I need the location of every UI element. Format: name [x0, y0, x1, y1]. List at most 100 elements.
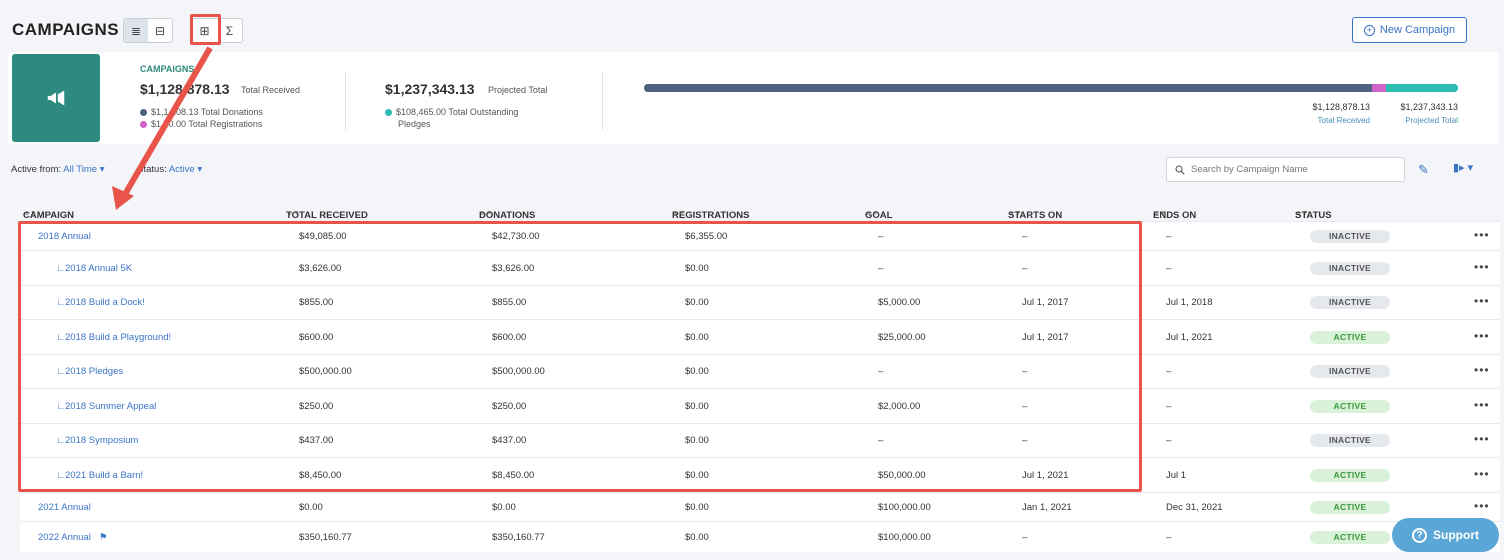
summary-label: CAMPAIGNS	[140, 64, 195, 74]
goal-cell: $5,000.00	[878, 297, 921, 308]
ends-on-cell: –	[1166, 532, 1172, 543]
table-row[interactable]: 2022 Annual ⚑ $350,160.77 $350,160.77 $0.00 $…	[20, 521, 1500, 552]
table-row[interactable]: 2018 Build a Dock! ∟ $855.00 $855.00 $0.00 $5…	[20, 285, 1500, 319]
donations-cell: $600.00	[492, 332, 527, 343]
plus-circle-icon: +	[1363, 24, 1375, 36]
total-received-cell: $3,626.00	[299, 263, 342, 274]
row-menu-icon[interactable]: •••	[1474, 294, 1490, 308]
status-badge: ACTIVE	[1310, 400, 1390, 413]
new-campaign-button[interactable]: + New Campaign	[1352, 17, 1467, 43]
child-indent-icon: ∟	[56, 366, 66, 377]
hierarchy-highlight-box	[190, 14, 221, 45]
status-badge: ACTIVE	[1310, 469, 1390, 482]
donations-legend: $1,1 208.13 Total Donations	[140, 107, 263, 117]
campaign-name-link[interactable]: 2021 Annual	[38, 502, 91, 513]
support-button[interactable]: ? Support	[1392, 518, 1499, 552]
divider	[602, 72, 603, 130]
campaign-name-link[interactable]: 2018 Summer Appeal	[65, 401, 156, 412]
donations-cell: $0.00	[492, 502, 516, 513]
row-menu-icon[interactable]: •••	[1474, 432, 1490, 446]
pledges-dot-icon	[385, 108, 392, 116]
starts-on-cell: –	[1022, 435, 1028, 446]
projected-total-label: Projected Total	[488, 85, 548, 95]
total-received-cell: $350,160.77	[299, 532, 352, 543]
pledges-line-1: $108,465.00 Total Outstanding	[396, 107, 519, 117]
row-menu-icon[interactable]: •••	[1474, 363, 1490, 377]
row-menu-icon[interactable]: •••	[1474, 467, 1490, 481]
page-title: CAMPAIGNS	[12, 20, 120, 39]
row-menu-icon[interactable]: •••	[1474, 329, 1490, 343]
status-label: Status:	[137, 164, 167, 175]
ends-on-cell: –	[1166, 435, 1172, 446]
donations-line: $1,1 208.13 Total Donations	[151, 107, 263, 117]
ends-on-cell: Jul 1, 2021	[1166, 332, 1213, 343]
card-view-button[interactable]: ⊟	[148, 19, 172, 42]
bar-projected-label: Projected Total	[1405, 116, 1458, 125]
pledges-line-2: Pledges	[398, 119, 431, 129]
table-row[interactable]: 2021 Annual $0.00 $0.00 $0.00 $100,000.00 Jan…	[20, 492, 1500, 521]
campaign-name-link[interactable]: 2018 Pledges	[65, 366, 123, 377]
filters-bar: Active from: All Time ▾ Status: Active ▾	[11, 164, 202, 175]
summary-card: CAMPAIGNS $1,128,878.13 Total Received $…	[8, 52, 1498, 144]
goal-cell: $100,000.00	[878, 502, 931, 513]
table-row[interactable]: 2018 Annual $49,085.00 $42,730.00 $6,355.00…	[20, 221, 1500, 250]
export-icon[interactable]: ▮▸ ▾	[1453, 161, 1473, 174]
registrations-legend: $1 70.00 Total Registrations	[140, 119, 262, 129]
starts-on-cell: Jul 1, 2021	[1022, 470, 1069, 481]
campaign-name-link[interactable]: 2018 Annual	[38, 231, 91, 242]
support-label: Support	[1433, 528, 1479, 542]
pencil-icon[interactable]: ✎	[1418, 162, 1429, 178]
campaign-name-link[interactable]: 2018 Build a Playground!	[65, 332, 171, 343]
registrations-cell: $0.00	[685, 502, 709, 513]
table-row[interactable]: 2018 Pledges ∟ $500,000.00 $500,000.00 $0.00…	[20, 354, 1500, 388]
donations-cell: $500,000.00	[492, 366, 545, 377]
row-menu-icon[interactable]: •••	[1474, 398, 1490, 412]
donations-cell: $250.00	[492, 401, 527, 412]
campaign-name-link[interactable]: 2018 Annual 5K	[65, 263, 132, 274]
table-row[interactable]: 2018 Annual 5K ∟ $3,626.00 $3,626.00 $0.00 – –…	[20, 250, 1500, 285]
row-menu-icon[interactable]: •••	[1474, 260, 1490, 274]
list-view-button[interactable]: ≣	[124, 19, 148, 42]
total-received-cell: $600.00	[299, 332, 334, 343]
status-badge: ACTIVE	[1310, 331, 1390, 344]
active-from-dropdown[interactable]: All Time ▾	[63, 164, 104, 175]
total-received-cell: $437.00	[299, 435, 334, 446]
campaign-name-link[interactable]: 2022 Annual	[38, 532, 91, 543]
campaign-name-link[interactable]: 2018 Symposium	[65, 435, 138, 446]
total-received-value: $1,128,878.13	[140, 81, 230, 97]
divider	[345, 72, 346, 130]
ends-on-cell: –	[1166, 366, 1172, 377]
donations-cell: $3,626.00	[492, 263, 535, 274]
donations-dot-icon	[140, 108, 147, 116]
campaign-name-link[interactable]: 2018 Build a Dock!	[65, 297, 145, 308]
registrations-cell: $0.00	[685, 332, 709, 343]
megaphone-tile	[12, 54, 100, 142]
child-indent-icon: ∟	[56, 297, 66, 308]
donations-cell: $350,160.77	[492, 532, 545, 543]
starts-on-cell: –	[1022, 366, 1028, 377]
table-row[interactable]: 2021 Build a Barn! ∟ $8,450.00 $8,450.00 $0.…	[20, 457, 1500, 492]
registrations-cell: $0.00	[685, 366, 709, 377]
row-menu-icon[interactable]: •••	[1474, 499, 1490, 513]
goal-cell: –	[878, 231, 884, 242]
goal-cell: $100,000.00	[878, 532, 931, 543]
table-row[interactable]: 2018 Build a Playground! ∟ $600.00 $600.00 $…	[20, 319, 1500, 354]
campaign-name-link[interactable]: 2021 Build a Barn!	[65, 470, 143, 481]
donations-segment	[644, 84, 1372, 92]
child-indent-icon: ∟	[56, 401, 66, 412]
view-toggle-group: ≣ ⊟	[123, 18, 173, 43]
status-badge: INACTIVE	[1310, 296, 1390, 309]
registrations-dot-icon	[140, 120, 147, 128]
row-menu-icon[interactable]: •••	[1474, 228, 1490, 242]
registrations-line: $1 70.00 Total Registrations	[151, 119, 263, 129]
table-row[interactable]: 2018 Summer Appeal ∟ $250.00 $250.00 $0.00 $2…	[20, 388, 1500, 423]
total-received-cell: $49,085.00	[299, 231, 347, 242]
total-received-cell: $8,450.00	[299, 470, 342, 481]
status-badge: INACTIVE	[1310, 434, 1390, 447]
registrations-segment	[1371, 84, 1387, 92]
status-dropdown[interactable]: Active ▾	[169, 164, 202, 175]
search-input[interactable]: Search by Campaign Name	[1166, 157, 1405, 182]
table-row[interactable]: 2018 Symposium ∟ $437.00 $437.00 $0.00 – – – INA…	[20, 423, 1500, 457]
registrations-cell: $0.00	[685, 435, 709, 446]
status-badge: INACTIVE	[1310, 230, 1390, 243]
